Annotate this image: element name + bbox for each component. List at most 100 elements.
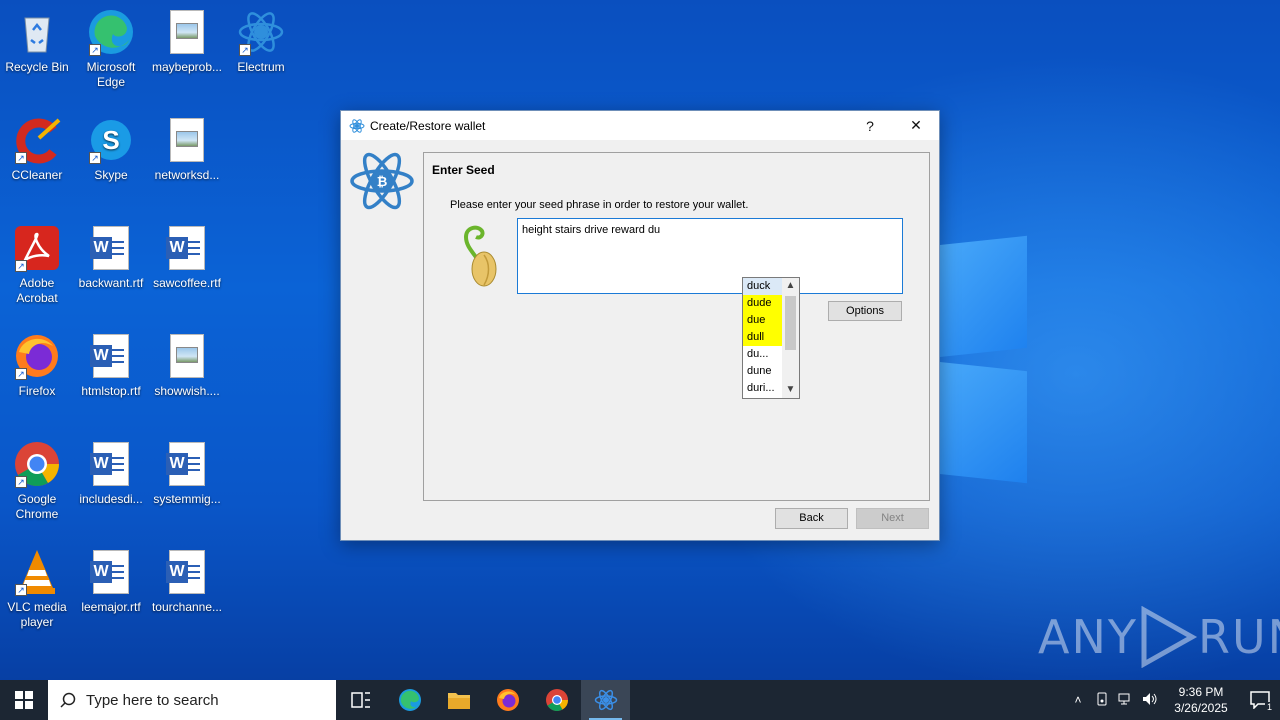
clock-date: 3/26/2025 — [1174, 701, 1228, 715]
desktop-icon-label: VLC media player — [7, 600, 67, 629]
notification-center-button[interactable]: 1 — [1240, 680, 1280, 720]
seed-instructions: Please enter your seed phrase in order t… — [450, 199, 749, 211]
taskbar-search[interactable]: Type here to search — [48, 680, 336, 720]
clock-time: 9:36 PM — [1178, 685, 1224, 699]
desktop-icon-label: Skype — [94, 168, 128, 182]
create-restore-wallet-dialog: Create/Restore wallet ? ✕ ₿ Enter Seed P… — [340, 110, 940, 541]
search-placeholder: Type here to search — [86, 691, 219, 709]
anyrun-watermark: ANY RUN — [1038, 606, 1280, 668]
desktop-icon-label: sawcoffee.rtf — [153, 276, 221, 290]
firefox-icon: ↗ — [13, 332, 61, 380]
desktop-icon-firefox[interactable]: ↗ Firefox — [0, 332, 74, 399]
dialog-title: Create/Restore wallet — [370, 118, 486, 133]
desktop-icon-includesdi[interactable]: W includesdi... — [74, 440, 148, 507]
desktop-icon-acrobat[interactable]: ↗ Adobe Acrobat — [0, 224, 74, 306]
electrum-icon: ↗ — [237, 8, 285, 56]
electrum-logo-icon: ₿ — [350, 152, 414, 210]
desktop-icon-label: Recycle Bin — [5, 60, 69, 74]
chevron-up-icon[interactable]: ˄ — [1066, 693, 1090, 707]
desktop-icon-label: Firefox — [18, 384, 56, 398]
desktop-icon-maybeprob[interactable]: maybeprob... — [150, 8, 224, 75]
desktop-icon-vlc[interactable]: ↗ VLC media player — [0, 548, 74, 630]
edge-icon: ↗ — [87, 8, 135, 56]
taskbar-edge[interactable] — [385, 680, 434, 720]
options-button[interactable]: Options — [828, 301, 902, 321]
word-file-icon: W — [166, 226, 205, 270]
desktop-icon-backwant[interactable]: W backwant.rtf — [74, 224, 148, 291]
desktop-icon-recycle-bin[interactable]: Recycle Bin — [0, 8, 74, 75]
taskbar-clock[interactable]: 9:36 PM 3/26/2025 — [1162, 684, 1240, 716]
word-file-icon: W — [166, 550, 205, 594]
network-icon[interactable] — [1114, 692, 1138, 709]
autocomplete-item[interactable]: dude — [743, 295, 782, 312]
desktop-icon-label: systemmig... — [153, 492, 221, 506]
desktop-icon-sawcoffee[interactable]: W sawcoffee.rtf — [150, 224, 224, 291]
edge-icon — [398, 689, 421, 711]
scrollbar-thumb[interactable] — [785, 296, 796, 350]
image-file-icon — [170, 118, 204, 162]
svg-text:₿: ₿ — [377, 174, 388, 189]
desktop-icon-label: showwish.... — [154, 384, 220, 398]
taskbar-file-explorer[interactable] — [434, 680, 483, 720]
play-triangle-icon — [1141, 606, 1198, 668]
desktop-icon-label: CCleaner — [11, 168, 63, 182]
panel-title: Enter Seed — [432, 163, 495, 177]
desktop-icon-skype[interactable]: S ↗ Skype — [74, 116, 148, 183]
next-button[interactable]: Next — [856, 508, 929, 529]
close-button[interactable]: ✕ — [893, 111, 939, 140]
taskbar-firefox[interactable] — [483, 680, 532, 720]
recycle-bin-icon — [13, 8, 61, 56]
back-button[interactable]: Back — [775, 508, 848, 529]
firefox-icon — [496, 689, 519, 711]
autocomplete-item[interactable]: duck — [743, 278, 782, 295]
autocomplete-item[interactable]: dull — [743, 329, 782, 346]
desktop-icon-systemmig[interactable]: W systemmig... — [150, 440, 224, 507]
taskbar-chrome[interactable] — [532, 680, 581, 720]
word-file-icon: W — [90, 334, 129, 378]
help-button[interactable]: ? — [847, 111, 893, 140]
desktop-icon-edge[interactable]: ↗ Microsoft Edge — [74, 8, 148, 90]
windows-logo-icon — [15, 691, 33, 709]
taskbar-electrum[interactable] — [581, 680, 630, 720]
volume-icon[interactable] — [1138, 692, 1162, 709]
autocomplete-item[interactable]: due — [743, 312, 782, 329]
desktop-icon-leemajor[interactable]: W leemajor.rtf — [74, 548, 148, 615]
desktop-icon-showwish[interactable]: showwish.... — [150, 332, 224, 399]
task-view-button[interactable] — [336, 680, 385, 720]
desktop-icon-label: networksd... — [154, 168, 220, 182]
desktop-icon-label: Electrum — [237, 60, 285, 74]
system-tray: ˄ 9:36 PM 3/26/2025 1 — [1066, 680, 1280, 720]
desktop-icon-ccleaner[interactable]: ↗ CCleaner — [0, 116, 74, 183]
device-icon[interactable] — [1090, 692, 1114, 709]
desktop-icon-label: backwant.rtf — [78, 276, 144, 290]
word-file-icon: W — [90, 550, 129, 594]
desktop-icon-htmlstop[interactable]: W htmlstop.rtf — [74, 332, 148, 399]
seed-sprout-icon — [463, 225, 497, 287]
scroll-down-icon[interactable]: ▼ — [782, 382, 799, 398]
seed-phrase-input[interactable]: height stairs drive reward du — [517, 218, 903, 294]
desktop-icon-label: leemajor.rtf — [81, 600, 141, 614]
desktop-icon-tourchanne[interactable]: W tourchanne... — [150, 548, 224, 615]
desktop-icon-electrum[interactable]: ↗ Electrum — [224, 8, 298, 75]
word-file-icon: W — [90, 226, 129, 270]
autocomplete-scrollbar[interactable]: ▲ ▼ — [782, 278, 799, 398]
enter-seed-panel: Enter Seed Please enter your seed phrase… — [423, 152, 930, 501]
vlc-icon: ↗ — [13, 548, 61, 596]
autocomplete-item[interactable]: du... — [743, 346, 782, 363]
skype-icon: S ↗ — [87, 116, 135, 164]
acrobat-icon: ↗ — [13, 224, 61, 272]
desktop-icon-label: Adobe Acrobat — [16, 276, 58, 305]
dialog-titlebar[interactable]: Create/Restore wallet ? ✕ — [341, 111, 939, 140]
electrum-icon — [349, 118, 365, 133]
electrum-icon — [594, 689, 617, 711]
scroll-up-icon[interactable]: ▲ — [782, 278, 799, 294]
autocomplete-item[interactable]: dune — [743, 363, 782, 380]
desktop-icon-chrome[interactable]: ↗ Google Chrome — [0, 440, 74, 522]
ccleaner-icon: ↗ — [13, 116, 61, 164]
desktop-icon-networksd[interactable]: networksd... — [150, 116, 224, 183]
desktop-icon-label: includesdi... — [79, 492, 143, 506]
start-button[interactable] — [0, 680, 48, 720]
desktop-icon-label: htmlstop.rtf — [81, 384, 141, 398]
autocomplete-item[interactable]: duri... — [743, 380, 782, 397]
seed-autocomplete-list[interactable]: duck dude due dull du... dune duri... ▲ ▼ — [742, 277, 800, 399]
